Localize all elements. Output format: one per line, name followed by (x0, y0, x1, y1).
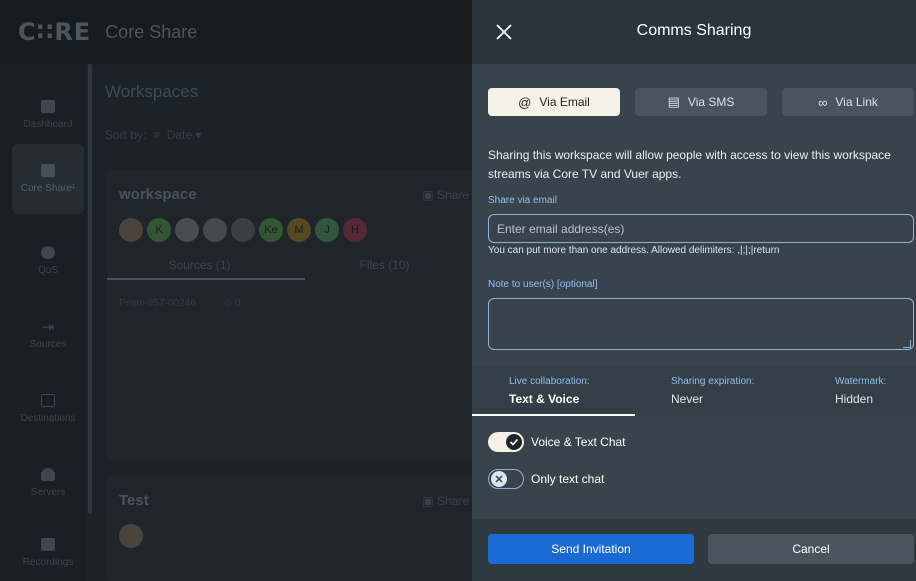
panel-footer: Send Invitation Cancel (472, 519, 916, 581)
send-invitation-button[interactable]: Send Invitation (488, 534, 694, 564)
x-icon (491, 471, 507, 487)
at-sign-icon: @ (518, 94, 532, 110)
settings-tabs: Live collaboration: Text & Voice Sharing… (472, 366, 916, 416)
via-sms-button[interactable]: ▤ Via SMS (635, 88, 767, 116)
link-icon: ∞ (818, 94, 828, 110)
note-textarea[interactable] (488, 298, 914, 350)
text-only-label: Only text chat (531, 472, 605, 486)
tab-watermark[interactable]: Watermark: Hidden (785, 366, 916, 416)
tab-sharing-expiration[interactable]: Sharing expiration: Never (635, 366, 785, 416)
voice-text-toggle[interactable] (488, 432, 524, 452)
tab-label: Watermark: (835, 376, 887, 387)
comms-sharing-panel: Comms Sharing @ Via Email ▤ Via SMS ∞ Vi… (472, 0, 916, 581)
check-icon (506, 434, 522, 450)
share-via-email-label: Share via email (488, 195, 557, 206)
via-email-button[interactable]: @ Via Email (488, 88, 620, 116)
tab-label: Sharing expiration: (671, 376, 755, 387)
email-input[interactable] (488, 214, 914, 243)
tab-value: Never (671, 392, 704, 406)
via-link-label: Via Link (835, 95, 878, 109)
sms-icon: ▤ (667, 94, 680, 109)
tab-label: Live collaboration: (509, 376, 590, 387)
via-email-label: Via Email (539, 95, 590, 109)
panel-header: Comms Sharing (472, 0, 916, 64)
note-label: Note to user(s) [optional] (488, 279, 598, 290)
panel-title: Comms Sharing (636, 22, 752, 39)
email-hint: You can put more than one address. Allow… (488, 245, 780, 256)
collaboration-options: Voice & Text Chat Only text chat (472, 416, 916, 519)
text-only-toggle[interactable] (488, 469, 524, 489)
resize-handle-icon[interactable] (903, 340, 911, 348)
tab-value: Hidden (835, 392, 874, 406)
cancel-button[interactable]: Cancel (708, 534, 914, 564)
voice-text-label: Voice & Text Chat (531, 435, 626, 449)
via-sms-label: Via SMS (687, 95, 735, 109)
tab-value: Text & Voice (509, 392, 580, 406)
via-link-button[interactable]: ∞ Via Link (782, 88, 914, 116)
tab-live-collaboration[interactable]: Live collaboration: Text & Voice (472, 366, 635, 416)
sharing-description: Sharing this workspace will allow people… (488, 148, 891, 181)
